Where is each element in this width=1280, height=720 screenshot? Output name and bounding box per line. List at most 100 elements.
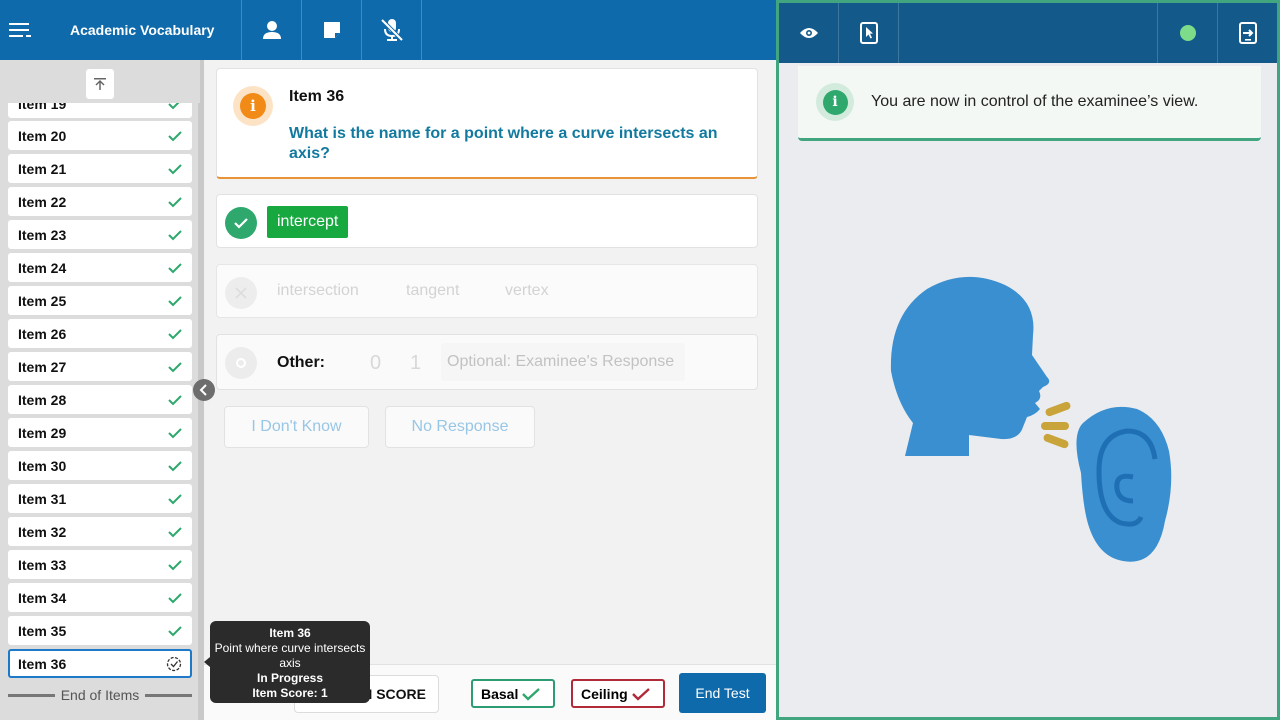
sidebar-item-25[interactable]: Item 25	[8, 286, 192, 315]
check-icon	[168, 592, 182, 603]
sidebar-item-22[interactable]: Item 22	[8, 187, 192, 216]
sidebar-item-label: Item 27	[18, 358, 67, 375]
check-icon	[168, 229, 182, 240]
item-label: Item 36	[289, 88, 345, 105]
sidebar-item-33[interactable]: Item 33	[8, 550, 192, 579]
check-icon	[168, 295, 182, 306]
sidebar-item-32[interactable]: Item 32	[8, 517, 192, 546]
sidebar-item-28[interactable]: Item 28	[8, 385, 192, 414]
test-title: Academic Vocabulary	[40, 0, 242, 60]
other-radio-icon[interactable]	[225, 347, 257, 379]
incorrect-option-tangent[interactable]: tangent	[406, 282, 459, 300]
sidebar-item-label: Item 34	[18, 589, 67, 606]
examinee-info-button[interactable]	[242, 0, 302, 60]
tooltip-status: In Progress	[256, 671, 324, 685]
sidebar-item-30[interactable]: Item 30	[8, 451, 192, 480]
sidebar-item-label: Item 20	[18, 127, 67, 144]
sidebar-item-label: Item 24	[18, 259, 67, 276]
sidebar-item-label: Item 23	[18, 226, 67, 243]
sidebar-item-34[interactable]: Item 34	[8, 583, 192, 612]
tooltip-score: Item Score: 1	[252, 686, 328, 700]
person-icon	[262, 21, 281, 39]
sidebar-item-23[interactable]: Item 23	[8, 220, 192, 249]
check-icon	[631, 687, 650, 701]
notes-button[interactable]	[302, 0, 362, 60]
other-response-row[interactable]: Other: 0 1	[216, 334, 758, 390]
check-icon	[168, 394, 182, 405]
menu-button[interactable]	[0, 0, 40, 60]
check-icon	[168, 559, 182, 570]
ceiling-button[interactable]: Ceiling	[571, 679, 665, 708]
incorrect-response-row[interactable]: intersection tangent vertex	[216, 264, 758, 318]
app-header: Academic Vocabulary	[0, 0, 776, 60]
tooltip-title: Item 36	[269, 626, 311, 640]
dont-know-button[interactable]: I Don't Know	[224, 406, 369, 448]
check-icon	[168, 196, 182, 207]
sidebar-item-24[interactable]: Item 24	[8, 253, 192, 282]
sidebar-item-label: Item 35	[18, 622, 67, 639]
control-view-button[interactable]	[839, 3, 899, 63]
check-icon	[168, 625, 182, 636]
sidebar-item-21[interactable]: Item 21	[8, 154, 192, 183]
sidebar-item-label: Item 30	[18, 457, 67, 474]
item-tooltip: Item 36 Point where curve intersects axi…	[210, 621, 370, 703]
connection-status	[1157, 3, 1217, 63]
sidebar-item-label: Item 25	[18, 292, 67, 309]
tablet-pointer-icon	[859, 22, 878, 44]
correct-response-row[interactable]: intercept	[216, 194, 758, 248]
tooltip-description: Point where curve intersects axis	[214, 641, 366, 670]
check-icon	[522, 687, 541, 701]
end-of-items: End of Items	[8, 687, 192, 703]
examinee-view-toolbar	[779, 3, 1277, 63]
check-icon	[168, 526, 182, 537]
examinee-response-input[interactable]	[441, 343, 685, 381]
basal-button[interactable]: Basal	[471, 679, 555, 708]
sidebar-item-29[interactable]: Item 29	[8, 418, 192, 447]
check-icon	[168, 163, 182, 174]
check-icon	[168, 262, 182, 273]
score-option-1[interactable]: 1	[410, 352, 421, 375]
sidebar-item-31[interactable]: Item 31	[8, 484, 192, 513]
sidebar-item-label: Item 29	[18, 424, 67, 441]
speak-listen-illustration	[890, 276, 1172, 562]
scroll-to-top-button[interactable]	[86, 69, 114, 99]
question-text: What is the name for a point where a cur…	[289, 125, 718, 162]
chevron-left-icon	[199, 384, 207, 396]
check-icon	[168, 130, 182, 141]
collapse-sidebar-button[interactable]	[193, 379, 215, 401]
view-toggle-button[interactable]	[779, 3, 839, 63]
item-sidebar[interactable]: Item 19 Item 20 Item 21 Item 22 Item 23 …	[0, 60, 204, 720]
sidebar-item-20[interactable]: Item 20	[8, 121, 192, 150]
incorrect-x-icon	[225, 277, 257, 309]
incorrect-option-vertex[interactable]: vertex	[505, 282, 549, 300]
no-response-button[interactable]: No Response	[385, 406, 535, 448]
incorrect-option-intersection[interactable]: intersection	[277, 282, 359, 300]
end-test-button[interactable]: End Test	[679, 673, 766, 713]
sidebar-item-label: Item 33	[18, 556, 67, 573]
check-icon	[168, 328, 182, 339]
sidebar-item-label: Item 28	[18, 391, 67, 408]
sidebar-item-26[interactable]: Item 26	[8, 319, 192, 348]
score-option-0[interactable]: 0	[370, 352, 381, 375]
correct-answer-chip[interactable]: intercept	[267, 206, 349, 238]
sidebar-item-27[interactable]: Item 27	[8, 352, 192, 381]
eye-icon	[799, 28, 818, 38]
status-dot	[1179, 25, 1196, 41]
sidebar-item-label: Item 36	[18, 655, 67, 672]
sidebar-item-label: Item 32	[18, 523, 67, 540]
sidebar-item-label: Item 31	[18, 490, 67, 507]
sidebar-item-label: Item 21	[18, 160, 67, 177]
sidebar-item-36[interactable]: Item 36	[8, 649, 192, 678]
check-icon	[168, 493, 182, 504]
correct-check-icon	[225, 207, 257, 239]
exit-screen-button[interactable]	[1217, 3, 1277, 63]
in-progress-timer-icon	[166, 656, 182, 671]
check-icon	[168, 427, 182, 438]
note-icon	[323, 22, 340, 38]
question-card: i Item 36 What is the name for a point w…	[216, 68, 758, 179]
check-icon	[168, 361, 182, 372]
sidebar-item-35[interactable]: Item 35	[8, 616, 192, 645]
microphone-toggle-button[interactable]	[362, 0, 422, 60]
menu-icon	[9, 23, 31, 37]
control-notice: i You are now in control of the examinee…	[798, 66, 1261, 141]
